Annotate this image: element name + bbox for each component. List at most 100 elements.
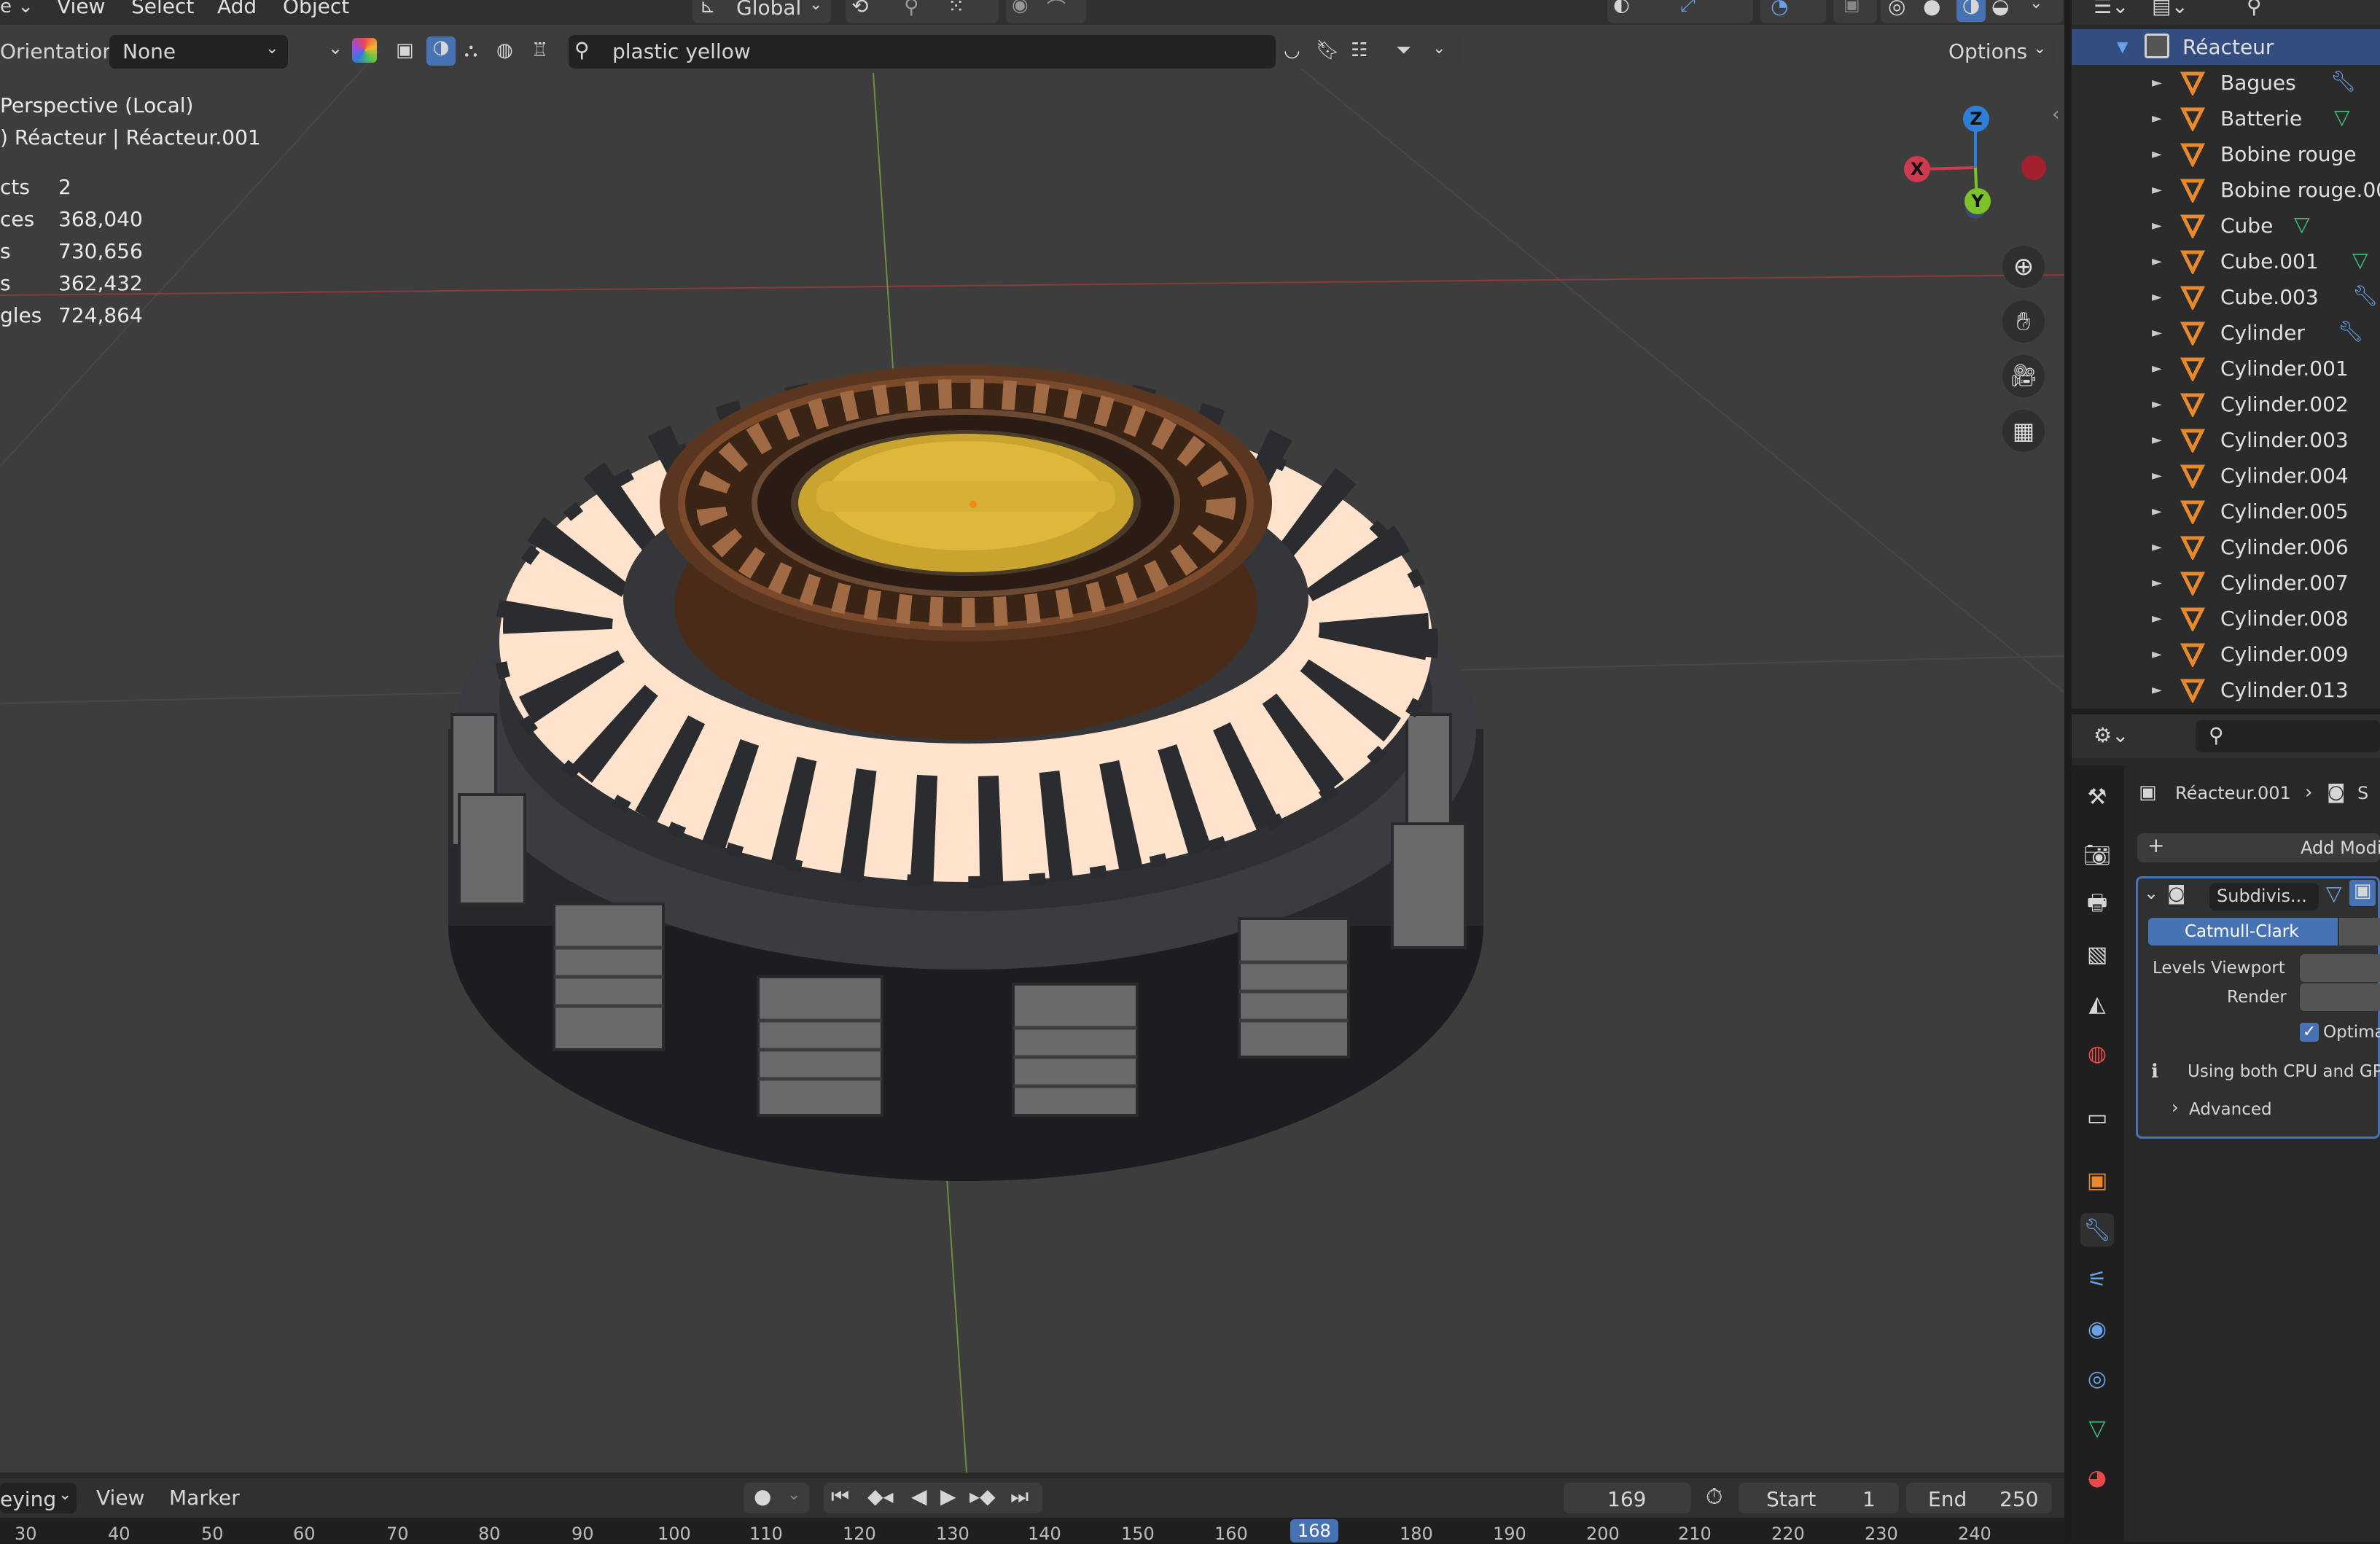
menu-add[interactable]: Add — [217, 0, 257, 18]
x-axis-handle[interactable]: X — [1904, 156, 1930, 182]
add-modifier-button[interactable]: + Add Modi — [2137, 833, 2380, 862]
3d-viewport[interactable]: e ⌄ View Select Add Object ⊾ Global ⌄ ⟲ … — [0, 0, 2064, 1473]
solid-shading-icon[interactable]: ● — [1923, 0, 1940, 18]
expand-icon[interactable]: ► — [2152, 397, 2162, 412]
expand-icon[interactable]: ▼ — [2117, 38, 2128, 55]
expand-icon[interactable]: ► — [2152, 682, 2162, 698]
outliner-item[interactable]: ► Bagues 🔧︎ — [2072, 65, 2380, 101]
wrench-icon[interactable]: 🔧︎ — [2338, 319, 2364, 343]
zoom-icon[interactable]: ⊕ — [2002, 246, 2045, 288]
outliner-item[interactable]: ► Bobine rouge — [2072, 136, 2380, 172]
wrench-icon[interactable]: 🔧︎ — [2352, 284, 2379, 308]
pivot-snap-group[interactable]: ⟲ ⚲ ⁙ — [846, 0, 999, 23]
frame-ruler[interactable]: 30 40 50 60 70 80 90 100 110 120 130 140… — [0, 1518, 2064, 1544]
navigation-gizmo[interactable]: Z X Y — [1895, 102, 2056, 248]
view-layer-tab-icon[interactable]: ▧ — [2080, 937, 2114, 971]
modifier-name-field[interactable]: Subdivis... — [2209, 883, 2319, 911]
wireframe-shading-icon[interactable]: ◎ — [1888, 0, 1905, 18]
scene-tab-icon[interactable]: ◭ — [2080, 987, 2114, 1021]
expand-icon[interactable]: ► — [2152, 75, 2162, 90]
outliner-item[interactable]: ► Cube.001 ▽ — [2072, 243, 2380, 279]
outliner-item[interactable]: ► Cylinder.001 — [2072, 351, 2380, 386]
outliner-item[interactable]: ► Cylinder.007 — [2072, 565, 2380, 601]
render-levels-field[interactable] — [2300, 983, 2380, 1011]
rendered-shading-icon[interactable]: ◒ — [1991, 0, 2009, 18]
editmode-toggle-icon[interactable]: ▽ — [2326, 881, 2342, 905]
hierarchy-icon[interactable]: ☷ — [1351, 39, 1367, 61]
expand-icon[interactable]: ► — [2152, 539, 2162, 555]
outliner-item[interactable]: ► Bobine rouge.00 — [2072, 172, 2380, 208]
xray-button[interactable]: ▣ — [1833, 0, 1877, 23]
expand-icon[interactable]: ► — [2152, 182, 2162, 198]
next-keyframe-icon[interactable]: ▸◆ — [969, 1484, 996, 1508]
expand-icon[interactable]: ► — [2152, 432, 2162, 448]
physics-tab-icon[interactable]: ◉ — [2080, 1312, 2114, 1346]
outliner-item[interactable]: ► Cylinder.009 — [2072, 636, 2380, 672]
orientation-dropdown[interactable]: None ⌄ — [109, 35, 288, 69]
expand-icon[interactable]: ► — [2152, 325, 2162, 340]
jump-start-icon[interactable]: ⏮ — [831, 1484, 849, 1509]
outliner-item[interactable]: ► Cube ▽ — [2072, 208, 2380, 243]
simple-toggle[interactable] — [2339, 918, 2380, 945]
advanced-subpanel[interactable]: Advanced — [2189, 1100, 2272, 1119]
optimal-display-checkbox[interactable]: ✓ — [2300, 1023, 2319, 1042]
curve-icon[interactable]: ◡ — [1284, 39, 1300, 61]
camera-icon[interactable]: 🎥︎ — [2002, 355, 2045, 397]
bookmark-icon[interactable]: 🔖︎ — [1316, 39, 1340, 61]
expand-icon[interactable]: ► — [2152, 611, 2162, 626]
mesh-data-icon[interactable]: ▽ — [2294, 212, 2310, 236]
texture-mode-icon[interactable]: ⛬ — [464, 39, 477, 62]
expand-icon[interactable]: ► — [2152, 111, 2162, 126]
outliner-item[interactable]: ► Cylinder.008 — [2072, 601, 2380, 636]
object-mode-icon[interactable]: ▣ — [396, 39, 414, 61]
mesh-data-icon[interactable]: ▽ — [2352, 248, 2368, 272]
expand-icon[interactable]: ► — [2152, 254, 2162, 269]
expand-icon[interactable]: ► — [2152, 647, 2162, 662]
tool-tab-icon[interactable]: ⚒ — [2080, 780, 2114, 814]
current-frame-field[interactable]: 169 — [1564, 1483, 1691, 1513]
data-tab-icon[interactable]: ▽ — [2080, 1411, 2114, 1445]
material-mode-icon[interactable]: ◑ — [426, 36, 456, 66]
outliner-item[interactable]: ► Cylinder.005 — [2072, 494, 2380, 529]
play-icon[interactable]: ▶ — [940, 1484, 956, 1508]
particles-tab-icon[interactable]: ⚟ — [2080, 1263, 2114, 1296]
world-mode-icon[interactable]: ◍ — [496, 39, 513, 61]
shading-modes-group[interactable]: ◎ ● ◑ ◒ ⌄ — [1881, 0, 2063, 23]
start-frame-field[interactable]: Start 1 — [1739, 1483, 1899, 1513]
modifier-tab-icon[interactable]: 🔧︎ — [2080, 1213, 2114, 1247]
pan-hand-icon[interactable]: ✋︎ — [2002, 300, 2045, 343]
playback-controls[interactable]: ⏮ ◆◂ ◀ ▶ ▸◆ ⏭ — [824, 1483, 1042, 1513]
outliner-item[interactable]: ► Batterie ▽ — [2072, 101, 2380, 136]
visibility-gizmo-group[interactable]: ◐ ⤢ — [1607, 0, 1753, 23]
chevron-down-icon[interactable]: ⌄ — [328, 38, 343, 58]
render-tab-icon[interactable]: 📷︎ — [2080, 838, 2114, 872]
proportional-edit-group[interactable]: ◉ ⌒ — [1006, 0, 1086, 23]
material-tab-icon[interactable]: ◕ — [2080, 1461, 2114, 1494]
menu-object[interactable]: Object — [283, 0, 349, 18]
grid-perspective-icon[interactable]: ▦ — [2002, 410, 2045, 452]
menu-view[interactable]: View — [57, 0, 105, 18]
display-mode-icon[interactable]: ▤⌄ — [2152, 0, 2188, 18]
world-tab-icon[interactable]: ◍ — [2080, 1037, 2114, 1070]
collection-row[interactable]: ▼ Réacteur — [2072, 29, 2380, 65]
color-picker-icon[interactable] — [352, 38, 377, 63]
collapse-icon[interactable]: ⌄ — [2144, 883, 2158, 903]
material-preview-icon[interactable]: ◑ — [1956, 0, 1986, 22]
keying-dropdown[interactable]: eying ⌄ — [0, 1483, 77, 1513]
z-axis-handle[interactable]: Z — [1963, 106, 1989, 132]
constraints-tab-icon[interactable]: ◎ — [2080, 1362, 2114, 1395]
expand-icon[interactable]: ► — [2152, 218, 2162, 233]
realtime-toggle-icon[interactable]: ▣ — [2349, 880, 2376, 906]
editor-type-icon[interactable]: ☰⌄ — [2094, 0, 2129, 18]
expand-icon[interactable]: ► — [2152, 468, 2162, 483]
filter-group[interactable]: ◡ 🔖︎ ☷ ⏷ ⌄ — [1279, 35, 1462, 69]
catmull-clark-toggle[interactable]: Catmull-Clark — [2148, 918, 2338, 945]
reactor-model[interactable] — [448, 364, 1483, 1181]
play-reverse-icon[interactable]: ◀ — [911, 1484, 927, 1508]
transform-orientation-dropdown[interactable]: ⊾ Global ⌄ — [692, 0, 831, 23]
menu-select[interactable]: Select — [131, 0, 194, 18]
sidebar-toggle-icon[interactable]: ‹ — [2052, 104, 2059, 125]
chevron-right-icon[interactable]: › — [2172, 1097, 2179, 1118]
viewport-shading-toggles[interactable]: ▣ ◑ ⛬ ◍ ♖ — [390, 35, 565, 69]
end-frame-field[interactable]: End 250 — [1906, 1483, 2052, 1513]
